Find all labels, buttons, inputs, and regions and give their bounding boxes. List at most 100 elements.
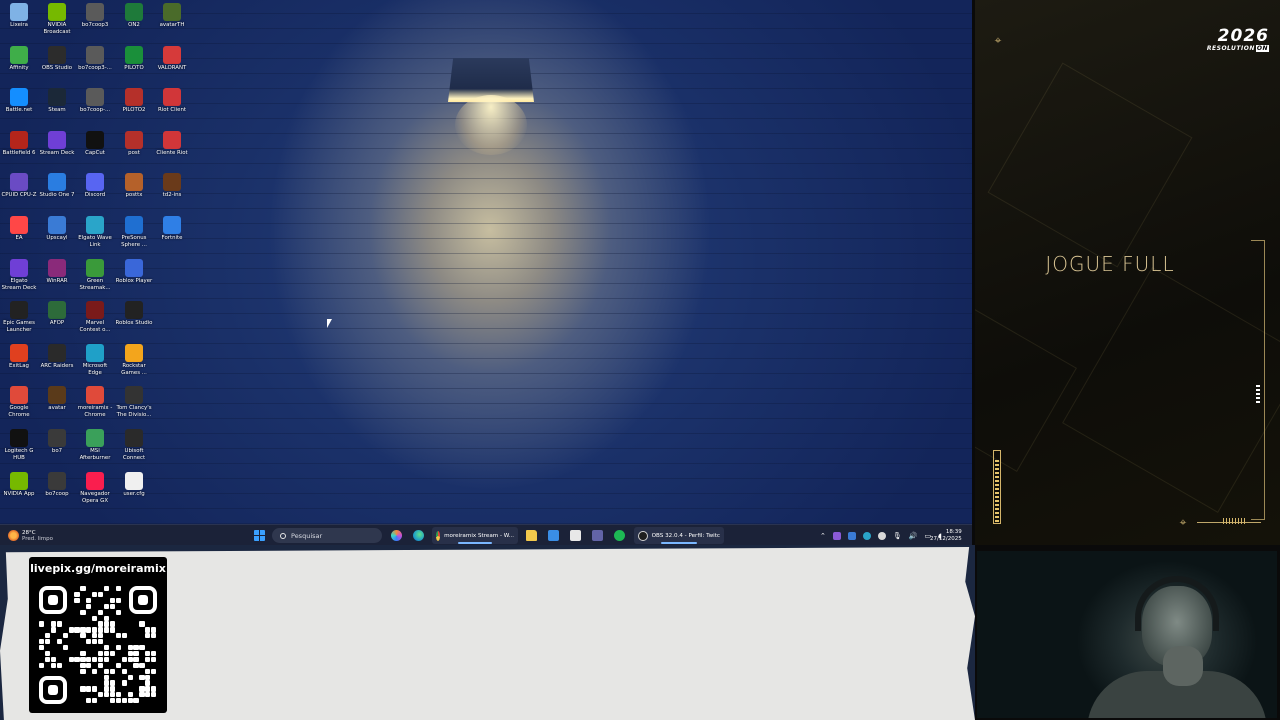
desktop-icon-label: Elgato Wave Link: [78, 235, 112, 248]
taskbar-store-button[interactable]: [570, 525, 581, 545]
desktop-icon[interactable]: Battle.net: [0, 87, 38, 129]
search-input[interactable]: Pesquisar: [272, 528, 382, 543]
desktop-icon[interactable]: Roblox Player: [115, 258, 153, 300]
desktop-icon[interactable]: Logitech G HUB: [0, 428, 38, 470]
desktop-icon[interactable]: Battlefield 6: [0, 130, 38, 172]
game-icon: [48, 343, 66, 362]
desktop-icon-label: CPUID CPU-Z: [1, 192, 37, 199]
taskbar-explorer-button[interactable]: [526, 525, 537, 545]
resolution-logo: 2026 RESOLUTION ON: [1203, 28, 1269, 52]
desktop-icon[interactable]: Tom Clancy's The Divisio...: [115, 385, 153, 427]
exitlag-icon: [10, 343, 28, 362]
qr-module: [121, 656, 127, 663]
desktop-icon[interactable]: CPUID CPU-Z: [0, 172, 38, 214]
desktop-icon[interactable]: moreiramix - Chrome: [76, 385, 114, 427]
desktop-icon[interactable]: Google Chrome: [0, 385, 38, 427]
desktop-icon[interactable]: MSI Afterburner: [76, 428, 114, 470]
desktop-icon[interactable]: Elgato Wave Link: [76, 215, 114, 257]
desktop-icon[interactable]: Navegador Opera GX: [76, 471, 114, 513]
game-icon: [86, 88, 104, 107]
microphone-icon[interactable]: 🎙: [893, 532, 902, 540]
start-button[interactable]: [254, 525, 265, 545]
desktop-icon[interactable]: Upscayl: [38, 215, 76, 257]
desktop-icon[interactable]: Elgato Stream Deck: [0, 258, 38, 300]
donation-qr-card[interactable]: livepix.gg/moreiramix: [29, 557, 167, 713]
desktop-icon[interactable]: ExitLag: [0, 343, 38, 385]
qr-module: [109, 650, 116, 657]
epic-icon: [10, 301, 28, 320]
desktop-icon[interactable]: Stream Deck: [38, 130, 76, 172]
qr-module: [127, 698, 133, 704]
desktop-icon[interactable]: Lixeira: [0, 2, 38, 44]
tray-app-icon[interactable]: [877, 531, 886, 540]
desktop-icon[interactable]: Marvel Contest o...: [76, 300, 114, 342]
taskbar-edge-button[interactable]: [413, 525, 424, 545]
taskbar-spotify-button[interactable]: [614, 525, 625, 545]
game-icon: [86, 45, 104, 64]
qr-module: [62, 645, 68, 651]
desktop-icon[interactable]: bo7coop3: [76, 2, 114, 44]
desktop-icon[interactable]: posttx: [115, 172, 153, 214]
desktop-icon[interactable]: WinRAR: [38, 258, 76, 300]
desktop-icon[interactable]: NVIDIA App: [0, 471, 38, 513]
desktop-icon-label: Elgato Stream Deck: [1, 277, 37, 291]
desktop-icon[interactable]: post: [115, 130, 153, 172]
tray-app-icon[interactable]: [862, 531, 871, 540]
obs-icon: [638, 530, 648, 541]
desktop-icon[interactable]: CapCut: [76, 130, 114, 172]
capcut-icon: [86, 130, 104, 149]
desktop-icon[interactable]: PreSonus Sphere ...: [115, 215, 153, 257]
desktop-icon[interactable]: Fortnite: [153, 215, 191, 257]
taskbar-teams-button[interactable]: [592, 525, 603, 545]
desktop-icon[interactable]: VALORANT: [153, 45, 191, 87]
desktop-icon-label: Fortnite: [161, 235, 183, 241]
desktop-icon[interactable]: avatarTH: [153, 2, 191, 44]
desktop-icon[interactable]: td2-ins: [153, 172, 191, 214]
desktop-icon[interactable]: bo7: [38, 428, 76, 470]
desktop-icon[interactable]: bo7coop: [38, 471, 76, 513]
desktop-icon[interactable]: Epic Games Launcher: [0, 300, 38, 342]
desktop-icon[interactable]: Affinity: [0, 45, 38, 87]
desktop-icon[interactable]: Microsoft Edge: [76, 343, 114, 385]
search-icon: [280, 532, 286, 539]
qr-finder: [39, 676, 67, 704]
taskbar-obs-app[interactable]: OBS 32.0.4 - Perfil: Twitc: [634, 527, 724, 544]
desktop-icon[interactable]: PILOTO: [115, 45, 153, 87]
desktop-icon[interactable]: Cliente Riot: [153, 130, 191, 172]
weather-widget[interactable]: 28°C Pred. limpo: [8, 525, 53, 545]
qr-module: [103, 615, 110, 621]
desktop-icon[interactable]: Steam: [38, 87, 76, 129]
qr-module: [103, 650, 110, 657]
desktop-icon[interactable]: ON2: [115, 2, 153, 44]
desktop-icon[interactable]: Green Streamak...: [76, 258, 114, 300]
chevron-up-icon[interactable]: ⌃: [820, 532, 826, 540]
desktop-icon[interactable]: user.cfg: [115, 471, 153, 513]
desktop-icon[interactable]: AFOP: [38, 300, 76, 342]
desktop-icon[interactable]: Studio One 7: [38, 172, 76, 214]
desktop-icon[interactable]: Ubisoft Connect: [115, 428, 153, 470]
qr-module: [109, 603, 116, 609]
app-icon: [125, 173, 143, 192]
desktop-icon[interactable]: ARC Raiders: [38, 343, 76, 385]
desktop-icon[interactable]: OBS Studio: [38, 45, 76, 87]
taskbar-clock[interactable]: 18:39 27/12/2025: [930, 525, 962, 545]
taskbar-copilot-button[interactable]: [391, 525, 402, 545]
desktop-icon[interactable]: Riot Client: [153, 87, 191, 129]
taskbar-mail-button[interactable]: [548, 525, 559, 545]
qr-module: [98, 656, 104, 663]
desktop-icon[interactable]: bo7coop3-...: [76, 45, 114, 87]
desktop-icon[interactable]: PILOTO2: [115, 87, 153, 129]
tray-app-icon[interactable]: [832, 531, 841, 540]
desktop-icon[interactable]: Rockstar Games ...: [115, 343, 153, 385]
volume-icon[interactable]: 🔊: [909, 532, 918, 540]
tray-app-icon[interactable]: [847, 531, 856, 540]
desktop-icon-label: moreiramix - Chrome: [77, 405, 113, 419]
desktop-icon[interactable]: avatar: [38, 385, 76, 427]
desktop-icon[interactable]: bo7coop-...: [76, 87, 114, 129]
desktop-icon[interactable]: Roblox Studio: [115, 300, 153, 342]
desktop-icon[interactable]: NVIDIA Broadcast: [38, 2, 76, 44]
desktop-icon[interactable]: Discord: [76, 172, 114, 214]
cpuz-icon: [10, 173, 28, 192]
desktop-icon[interactable]: EA: [0, 215, 38, 257]
taskbar-chrome-app[interactable]: moreiramix Stream - W...: [432, 527, 518, 544]
